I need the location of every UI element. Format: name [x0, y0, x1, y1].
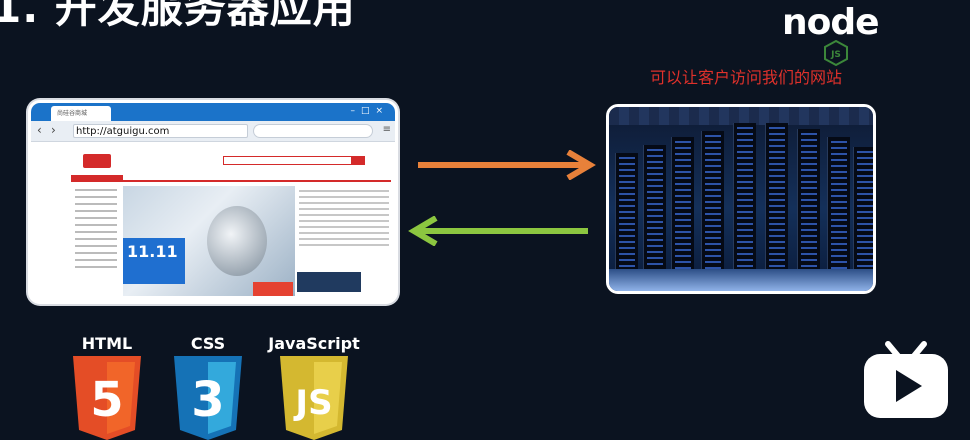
svg-text:5: 5: [90, 372, 123, 428]
css3-icon: 3: [174, 356, 242, 440]
browser-window: 尚硅谷商城 –□× ‹ › http://atguigu.com ≡ 11.11: [28, 100, 398, 304]
window-controls[interactable]: –□×: [350, 106, 389, 116]
banner-robot-image: [207, 206, 267, 276]
caption-text: 可以让客户访问我们的网站: [650, 68, 843, 87]
html5-icon: 5: [73, 356, 141, 440]
address-bar[interactable]: http://atguigu.com: [73, 124, 248, 138]
back-arrow-icon[interactable]: ‹: [37, 123, 42, 137]
forward-arrow-icon[interactable]: ›: [51, 123, 56, 137]
browser-search-input[interactable]: [253, 124, 373, 138]
javascript-icon: JS: [280, 356, 348, 440]
bilibili-play-icon[interactable]: [862, 340, 950, 420]
response-arrow-icon: [408, 216, 588, 246]
css3-logo: CSS 3: [166, 334, 250, 440]
browser-titlebar: 尚硅谷商城 –□×: [31, 103, 395, 121]
javascript-logo: JavaScript JS: [266, 334, 362, 440]
css-label: CSS: [190, 334, 226, 353]
request-arrow-icon: [418, 150, 596, 180]
js-hexagon-icon: JS: [824, 40, 848, 66]
nodejs-logo: node JS: [782, 2, 892, 66]
menu-icon[interactable]: ≡: [383, 124, 391, 135]
js-badge-text: JS: [830, 50, 841, 60]
browser-tab[interactable]: 尚硅谷商城: [51, 106, 111, 121]
autumn-banner: [297, 272, 361, 292]
banner-text: 11.11: [127, 242, 178, 261]
svg-text:JS: JS: [293, 383, 332, 423]
banner-red-block: [253, 282, 293, 296]
page-title: 1. 开发服务器应用: [0, 0, 356, 32]
promo-banner[interactable]: 11.11: [123, 186, 295, 296]
webpage-content: 11.11: [31, 142, 395, 301]
shop-logo: [83, 154, 111, 168]
html5-logo: HTML 5: [62, 334, 152, 440]
category-sidebar: [71, 184, 121, 294]
shop-search-box[interactable]: [223, 156, 353, 165]
nav-divider: [71, 180, 391, 182]
node-wordmark: node: [782, 2, 880, 43]
svg-text:3: 3: [191, 372, 224, 428]
right-panel: [297, 186, 391, 296]
browser-navbar: ‹ › http://atguigu.com ≡: [31, 121, 395, 142]
shop-search-button[interactable]: [351, 156, 365, 165]
html-label: HTML: [81, 334, 133, 353]
server-room-image: [606, 104, 876, 294]
javascript-label: JavaScript: [268, 334, 360, 353]
